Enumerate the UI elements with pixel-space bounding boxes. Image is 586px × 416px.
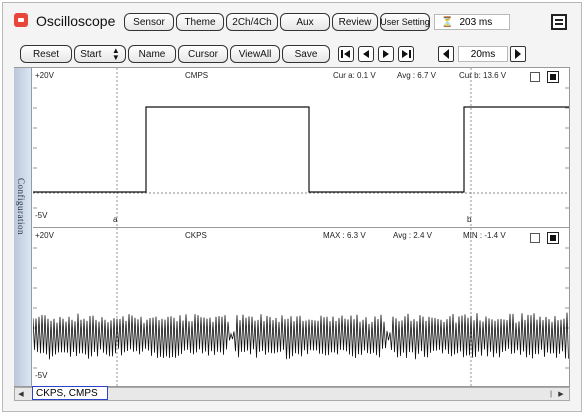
cursor-a-marker[interactable]: a [113,215,117,224]
menu-icon[interactable] [551,14,567,30]
app-icon [14,13,28,27]
ch2-name-label: CKPS [185,231,207,240]
ch1-cursor-a-value: Cur a: 0.1 V [333,71,376,80]
ch1-vmin-label: -5V [35,211,48,220]
zoom-out-icon[interactable] [438,46,454,62]
ch1-name-label: CMPS [185,71,209,80]
ch2-vmin-label: -5V [35,371,48,380]
ckps-waveform [33,228,569,386]
elapsed-time-display: ⏳ 203 ms [434,14,510,30]
cursor-button[interactable]: Cursor [178,45,228,63]
aux-button[interactable]: Aux [280,13,330,31]
step-forward-icon[interactable] [378,46,394,62]
hourglass-icon: ⏳ [441,16,454,28]
ch2-max-value: MAX : 6.3 V [323,231,366,240]
cursor-b-marker[interactable]: b [467,215,471,224]
ch2-min-value: MIN : -1.4 V [463,231,506,240]
scroll-thumb[interactable]: | [546,389,556,399]
scroll-right-icon[interactable]: ▶ [556,389,566,399]
ch2-avg-value: Avg : 2.4 V [393,231,432,240]
ch2-vmax-label: +20V [35,231,54,240]
step-back-icon[interactable] [358,46,374,62]
skip-back-icon[interactable] [338,46,354,62]
ch1-cursor-b-value: Cur b: 13.6 V [459,71,507,80]
updown-icon: ▲ ▼ [111,46,120,62]
zoom-in-icon[interactable] [510,46,526,62]
ch2-visibility-checkbox[interactable] [530,233,540,243]
ch1-visibility-checkbox[interactable] [530,72,540,82]
scroll-left-icon[interactable]: ◀ [16,389,26,399]
configuration-tab[interactable]: Configuration [14,68,32,386]
name-button[interactable]: Name [128,45,176,63]
start-label: Start [80,48,102,60]
configuration-tab-label: Configuration [16,178,26,235]
review-button[interactable]: Review [332,13,378,31]
user-setting-button[interactable]: User Setting [380,13,430,31]
channels-button[interactable]: 2Ch/4Ch [226,13,278,31]
cmps-waveform [33,68,569,227]
channel-1-panel: +20V -5V CMPS Cur a: 0.1 V Avg : 6.7 V C… [33,68,569,228]
reset-button[interactable]: Reset [20,45,72,63]
app-title: Oscilloscope [36,13,116,29]
channel-names-field[interactable]: CKPS, CMPS [32,386,108,400]
zoom-value: 20ms [458,46,508,62]
channel-2-panel: +20V -5V CKPS MAX : 6.3 V Avg : 2.4 V MI… [33,228,569,386]
ch1-settings-icon[interactable] [547,71,559,83]
ch1-vmax-label: +20V [35,71,54,80]
ch2-settings-icon[interactable] [547,232,559,244]
sensor-button[interactable]: Sensor [124,13,174,31]
save-button[interactable]: Save [282,45,330,63]
theme-button[interactable]: Theme [176,13,224,31]
ch1-avg-value: Avg : 6.7 V [397,71,436,80]
elapsed-time-value: 203 ms [459,16,493,28]
view-all-button[interactable]: ViewAll [230,45,280,63]
skip-forward-icon[interactable] [398,46,414,62]
start-button[interactable]: Start ▲ ▼ [74,45,126,63]
